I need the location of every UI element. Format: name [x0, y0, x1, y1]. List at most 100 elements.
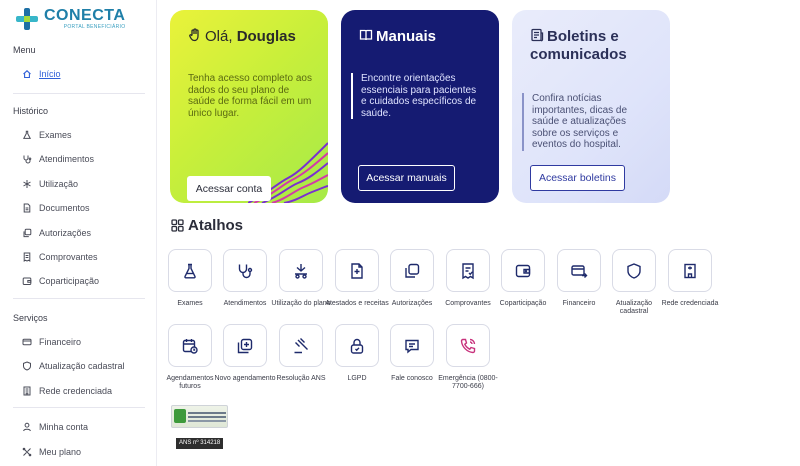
shield-icon [627, 262, 641, 279]
shortcut-label: Utilização do plano [271, 300, 331, 307]
shortcut-financeiro[interactable] [557, 249, 601, 292]
shortcut-novo-agendamento[interactable] [223, 324, 267, 367]
conecta-logo-icon [16, 8, 38, 30]
sidebar-item-atualizacao-cadastral[interactable]: Atualização cadastral [22, 359, 125, 373]
shortcut-utilizacao-do-plano[interactable] [279, 249, 323, 292]
divider [13, 298, 145, 299]
shortcut-exames[interactable] [168, 249, 212, 292]
sidebar-item-label: Minha conta [39, 422, 89, 432]
boletins-title-text: Boletins e comunicados [530, 28, 627, 63]
receipt-icon [22, 252, 32, 262]
star-icon [22, 179, 32, 189]
sidebar-item-label: Meu plano [39, 447, 82, 457]
shortcut-label: Coparticipação [499, 300, 547, 307]
welcome-description: Tenha acesso completo aos dados do seu p… [188, 73, 312, 119]
welcome-title: Olá, Douglas [188, 28, 296, 46]
shortcut-atendimentos[interactable] [223, 249, 267, 292]
sidebar-item-label: Utilização [39, 179, 79, 189]
divider [13, 407, 145, 408]
home-icon [22, 69, 32, 79]
sidebar-item-autorizacoes[interactable]: Autorizações [22, 226, 91, 240]
shortcut-atestados-e-receitas[interactable] [335, 249, 379, 292]
shortcut-label: Autorizações [391, 300, 433, 307]
sidebar-item-inicio[interactable]: Início [22, 67, 61, 81]
manuais-card: Manuais Encontre orientações essenciais … [341, 10, 499, 203]
shortcut-coparticipacao[interactable] [501, 249, 545, 292]
sidebar-item-label: Início [39, 69, 61, 79]
flask-icon [184, 263, 196, 278]
add-schedule-icon [237, 338, 253, 353]
sidebar-item-coparticipacao[interactable]: Coparticipação [22, 274, 99, 288]
sidebar-item-label: Documentos [39, 203, 90, 213]
manuais-title: Manuais [359, 28, 436, 46]
shortcut-label: Fale conosco [391, 375, 433, 382]
shortcut-label: Atendimentos [223, 300, 267, 307]
flask-icon [22, 130, 32, 140]
calendar-clock-icon [182, 338, 198, 354]
sidebar-item-utilizacao[interactable]: Utilização [22, 177, 78, 191]
sidebar-item-label: Comprovantes [39, 252, 98, 262]
sidebar-item-label: Exames [39, 130, 72, 140]
greeting-text: Olá, [205, 28, 237, 45]
acessar-boletins-button[interactable]: Acessar boletins [530, 165, 625, 191]
conecta-logo[interactable]: CONECTA PORTAL BENEFICIÁRIO [14, 6, 126, 32]
shortcut-agendamentos-futuros[interactable] [168, 324, 212, 367]
sidebar-item-comprovantes[interactable]: Comprovantes [22, 250, 98, 264]
building-icon [684, 263, 696, 278]
sidebar-item-rede-credenciada[interactable]: Rede credenciada [22, 384, 112, 398]
user-icon [22, 422, 32, 432]
acessar-manuais-button[interactable]: Acessar manuais [358, 165, 455, 191]
ans-logo [171, 405, 228, 428]
waving-hand-icon [189, 28, 199, 42]
shortcut-emergencia[interactable] [446, 324, 490, 367]
sidebar-item-minha-conta[interactable]: Minha conta [22, 420, 88, 434]
boletins-title: Boletins e comunicados [530, 28, 660, 64]
shortcut-comprovantes[interactable] [446, 249, 490, 292]
acessar-conta-button[interactable]: Acessar conta [187, 176, 271, 201]
boletins-card: Boletins e comunicados Confira notícias … [512, 10, 670, 203]
gavel-icon [294, 337, 308, 353]
sidebar-item-meu-plano[interactable]: Meu plano [22, 445, 81, 459]
sidebar-item-financeiro[interactable]: Financeiro [22, 335, 81, 349]
newspaper-icon [531, 28, 544, 42]
shortcut-label: Rede credenciada [661, 300, 719, 307]
shortcut-lgpd[interactable] [335, 324, 379, 367]
sidebar-item-label: Atendimentos [39, 154, 95, 164]
ans-registration-badge: ANS nº 314218 [176, 438, 224, 449]
sidebar: CONECTA PORTAL BENEFICIÁRIO Menu Início … [0, 0, 157, 466]
grid-icon [171, 219, 184, 232]
chat-icon [405, 339, 419, 353]
sidebar-item-label: Atualização cadastral [39, 361, 125, 371]
lock-icon [350, 338, 364, 354]
sidebar-item-exames[interactable]: Exames [22, 128, 72, 142]
user-name: Douglas [236, 28, 296, 45]
shortcut-autorizacoes[interactable] [390, 249, 434, 292]
card-icon [571, 264, 588, 278]
wallet-icon [22, 276, 32, 286]
shield-icon [22, 361, 32, 371]
stethoscope-icon [22, 154, 32, 164]
servicos-section-title: Serviços [13, 313, 48, 323]
shortcut-label: Emergência (0800-7700-666) [438, 375, 498, 390]
copy-icon [405, 263, 420, 278]
shortcut-atualizacao-cadastral[interactable] [612, 249, 656, 292]
shortcut-label: Resolução ANS [276, 375, 326, 382]
sidebar-item-label: Coparticipação [39, 276, 100, 286]
atalhos-title-text: Atalhos [188, 217, 244, 234]
divider [13, 93, 145, 94]
manuais-description: Encontre orientações essenciais para pac… [351, 73, 479, 119]
shortcut-rede-credenciada[interactable] [668, 249, 712, 292]
sidebar-item-label: Rede credenciada [39, 386, 113, 396]
sidebar-item-atendimentos[interactable]: Atendimentos [22, 152, 94, 166]
sidebar-item-documentos[interactable]: Documentos [22, 201, 90, 215]
prescription-icon [351, 262, 363, 279]
sidebar-item-label: Autorizações [39, 228, 92, 238]
wallet-icon [515, 264, 531, 277]
atalhos-title: Atalhos [171, 217, 243, 234]
shortcut-resolucao-ans[interactable] [279, 324, 323, 367]
logo-subtitle: PORTAL BENEFICIÁRIO [63, 24, 126, 30]
ans-logo-mark [174, 409, 186, 423]
book-icon [359, 29, 373, 41]
shortcut-fale-conosco[interactable] [390, 324, 434, 367]
shortcut-label: Atualização cadastral [615, 300, 653, 315]
